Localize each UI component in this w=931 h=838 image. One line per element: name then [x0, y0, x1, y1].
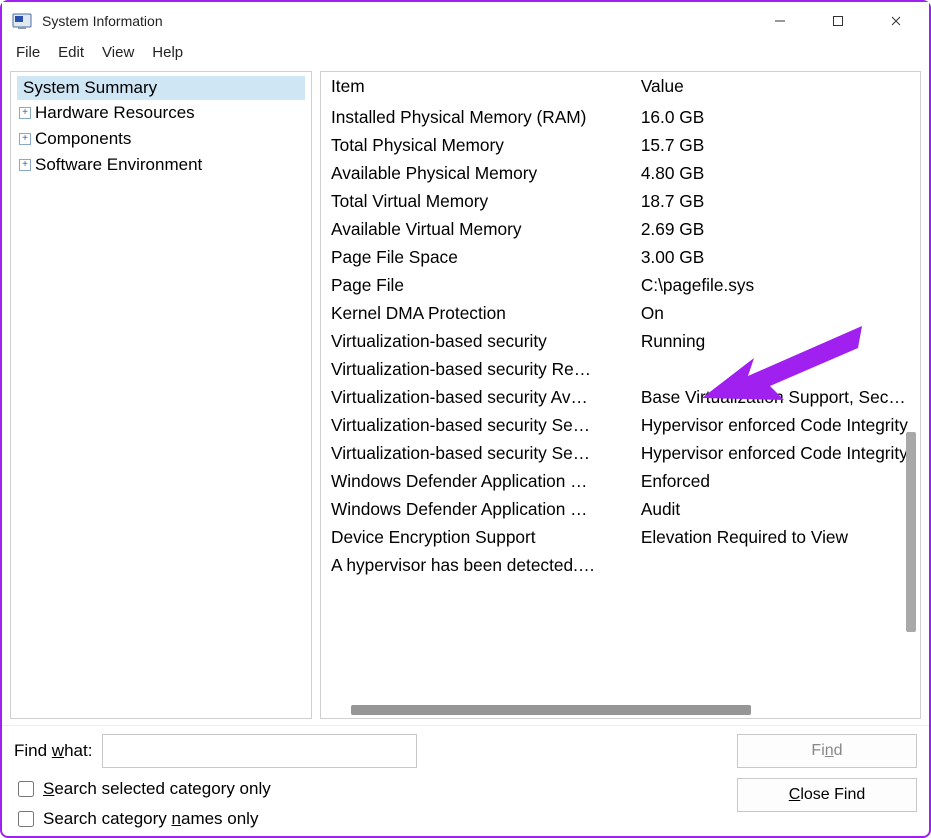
close-find-button[interactable]: Close Find: [737, 778, 917, 812]
table-row[interactable]: Page FileC:\pagefile.sys: [321, 271, 920, 299]
cell-value: [631, 355, 920, 383]
vertical-scroll-thumb[interactable]: [906, 432, 916, 632]
cell-value: On: [631, 299, 920, 327]
titlebar: System Information: [2, 2, 929, 40]
cell-value: 16.0 GB: [631, 103, 920, 131]
list-pane: Item Value Installed Physical Memory (RA…: [320, 71, 921, 719]
vertical-scrollbar[interactable]: [904, 72, 918, 684]
cell-value: Hypervisor enforced Code Integrity: [631, 439, 920, 467]
check-search-category-names-box[interactable]: [18, 811, 34, 827]
tree-item-label: Software Environment: [35, 155, 202, 175]
tree-root-system-summary[interactable]: System Summary: [17, 76, 305, 100]
cell-value: 18.7 GB: [631, 187, 920, 215]
tree-item-label: Hardware Resources: [35, 103, 195, 123]
check-search-selected-category-box[interactable]: [18, 781, 34, 797]
cell-value: 15.7 GB: [631, 131, 920, 159]
col-header-item[interactable]: Item: [321, 72, 631, 103]
table-row[interactable]: Windows Defender Application …Enforced: [321, 467, 920, 495]
app-icon: [12, 11, 32, 31]
cell-item: Virtualization-based security Av…: [321, 383, 631, 411]
cell-item: Virtualization-based security: [321, 327, 631, 355]
find-what-label: Find what:: [14, 741, 92, 761]
cell-item: Windows Defender Application …: [321, 467, 631, 495]
table-row[interactable]: A hypervisor has been detected.…: [321, 551, 920, 579]
table-row[interactable]: Kernel DMA ProtectionOn: [321, 299, 920, 327]
expand-icon[interactable]: +: [19, 159, 31, 171]
cell-value: Elevation Required to View: [631, 523, 920, 551]
table-row[interactable]: Virtualization-based security Av…Base Vi…: [321, 383, 920, 411]
cell-item: Page File: [321, 271, 631, 299]
cell-value: 3.00 GB: [631, 243, 920, 271]
horizontal-scrollbar[interactable]: [321, 702, 920, 718]
cell-item: Virtualization-based security Se…: [321, 411, 631, 439]
menu-help[interactable]: Help: [152, 44, 183, 61]
horizontal-scroll-thumb[interactable]: [351, 705, 751, 715]
cell-item: Available Physical Memory: [321, 159, 631, 187]
cell-item: Installed Physical Memory (RAM): [321, 103, 631, 131]
minimize-button[interactable]: [751, 2, 809, 40]
main-content: System Summary + Hardware Resources + Co…: [2, 67, 929, 725]
cell-item: Virtualization-based security Re…: [321, 355, 631, 383]
cell-item: Virtualization-based security Se…: [321, 439, 631, 467]
info-table: Item Value Installed Physical Memory (RA…: [321, 72, 920, 579]
cell-value: Running: [631, 327, 920, 355]
table-row[interactable]: Installed Physical Memory (RAM)16.0 GB: [321, 103, 920, 131]
tree-item-software-environment[interactable]: + Software Environment: [17, 152, 305, 178]
check-search-category-names[interactable]: Search category names only: [14, 808, 271, 830]
menu-edit[interactable]: Edit: [58, 44, 84, 61]
cell-value: Base Virtualization Support, Security: [631, 383, 920, 411]
cell-item: A hypervisor has been detected.…: [321, 551, 631, 579]
cell-item: Available Virtual Memory: [321, 215, 631, 243]
tree-pane: System Summary + Hardware Resources + Co…: [10, 71, 312, 719]
table-row[interactable]: Virtualization-based security Se…Hypervi…: [321, 439, 920, 467]
table-row[interactable]: Total Virtual Memory18.7 GB: [321, 187, 920, 215]
cell-item: Device Encryption Support: [321, 523, 631, 551]
find-bar: Find what: Find Search selected category…: [2, 725, 929, 836]
close-button[interactable]: [867, 2, 925, 40]
table-row[interactable]: Virtualization-based security Re…: [321, 355, 920, 383]
window-title: System Information: [42, 13, 163, 29]
col-header-value[interactable]: Value: [631, 72, 920, 103]
table-row[interactable]: Windows Defender Application …Audit: [321, 495, 920, 523]
table-row[interactable]: Total Physical Memory15.7 GB: [321, 131, 920, 159]
cell-item: Windows Defender Application …: [321, 495, 631, 523]
tree-item-label: Components: [35, 129, 131, 149]
expand-icon[interactable]: +: [19, 107, 31, 119]
find-button[interactable]: Find: [737, 734, 917, 768]
table-row[interactable]: Virtualization-based securityRunning: [321, 327, 920, 355]
table-row[interactable]: Page File Space3.00 GB: [321, 243, 920, 271]
list-scroll-area[interactable]: Item Value Installed Physical Memory (RA…: [321, 72, 920, 702]
table-row[interactable]: Device Encryption SupportElevation Requi…: [321, 523, 920, 551]
menu-file[interactable]: File: [16, 44, 40, 61]
find-what-input[interactable]: [102, 734, 416, 768]
cell-item: Total Physical Memory: [321, 131, 631, 159]
cell-value: C:\pagefile.sys: [631, 271, 920, 299]
check-search-selected-category[interactable]: Search selected category only: [14, 778, 271, 800]
menu-view[interactable]: View: [102, 44, 134, 61]
cell-value: [631, 551, 920, 579]
cell-item: Page File Space: [321, 243, 631, 271]
tree-item-hardware-resources[interactable]: + Hardware Resources: [17, 100, 305, 126]
cell-value: Hypervisor enforced Code Integrity: [631, 411, 920, 439]
maximize-button[interactable]: [809, 2, 867, 40]
cell-value: Audit: [631, 495, 920, 523]
tree-item-components[interactable]: + Components: [17, 126, 305, 152]
cell-item: Total Virtual Memory: [321, 187, 631, 215]
cell-value: Enforced: [631, 467, 920, 495]
table-row[interactable]: Virtualization-based security Se…Hypervi…: [321, 411, 920, 439]
expand-icon[interactable]: +: [19, 133, 31, 145]
cell-value: 4.80 GB: [631, 159, 920, 187]
table-row[interactable]: Available Virtual Memory2.69 GB: [321, 215, 920, 243]
table-row[interactable]: Available Physical Memory4.80 GB: [321, 159, 920, 187]
cell-value: 2.69 GB: [631, 215, 920, 243]
cell-item: Kernel DMA Protection: [321, 299, 631, 327]
menubar: File Edit View Help: [2, 40, 929, 67]
